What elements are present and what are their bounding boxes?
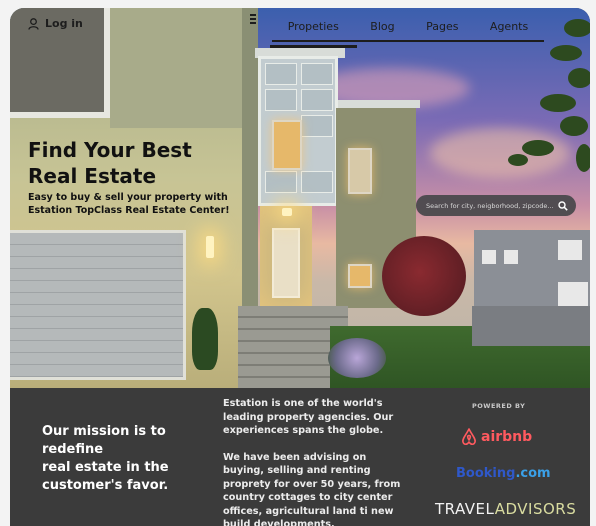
- hero-subtitle-line2: Estation TopClass Real Estate Center!: [28, 205, 230, 216]
- booking-wordmark: Booking: [456, 466, 516, 481]
- shrub: [192, 308, 218, 370]
- powered-by-label: POWERED BY: [472, 402, 526, 410]
- nav-item-agents[interactable]: Agents: [486, 14, 532, 39]
- airbnb-wordmark: airbnb: [481, 429, 533, 445]
- user-icon: [28, 17, 39, 30]
- login-label: Log in: [45, 17, 83, 30]
- mission-line1: Our mission is to redefine: [42, 424, 166, 457]
- porch-light: [282, 208, 292, 216]
- info-section: Our mission is to redefine real estate i…: [10, 388, 590, 526]
- hero-subtitle: Easy to buy & sell your property with Es…: [28, 191, 238, 217]
- booking-logo[interactable]: Booking.com: [456, 466, 551, 481]
- wall-lamp: [206, 236, 214, 258]
- house-upper-wall: [110, 8, 245, 128]
- red-tree: [382, 236, 466, 316]
- advisors-wordmark: ADVISORS: [494, 500, 577, 518]
- airbnb-logo[interactable]: airbnb: [461, 428, 532, 446]
- street: [472, 306, 590, 346]
- nav-item-blog[interactable]: Blog: [366, 14, 398, 39]
- garage-door: [10, 230, 186, 380]
- neighbor-houses: [474, 230, 590, 310]
- lit-window: [348, 264, 372, 288]
- hero-headline-line1: Find Your Best: [28, 138, 192, 162]
- hero-headline-line2: Real Estate: [28, 164, 157, 188]
- about-paragraph-1: Estation is one of the world's leading p…: [223, 398, 394, 436]
- main-nav: Propeties Blog Pages Agents: [269, 12, 544, 48]
- about-text: Estation is one of the world's leading p…: [223, 397, 408, 526]
- front-door: [272, 228, 300, 298]
- page-frame: Log in Propeties Blog Pages Agents Find …: [10, 8, 590, 526]
- login-button[interactable]: Log in: [28, 17, 83, 30]
- window: [348, 148, 372, 194]
- mission-line3: customer's favor.: [42, 478, 169, 493]
- menu-handle-icon[interactable]: [250, 14, 256, 24]
- roof-edge: [332, 100, 420, 108]
- nav-item-pages[interactable]: Pages: [422, 14, 462, 39]
- mission-statement: Our mission is to redefine real estate i…: [42, 423, 222, 495]
- flower-bed: [328, 338, 386, 378]
- nav-item-properties[interactable]: Propeties: [269, 14, 357, 48]
- airbnb-icon: [462, 428, 476, 446]
- search-input[interactable]: [426, 201, 558, 210]
- about-paragraph-2: We have been advising on buying, selling…: [223, 451, 401, 526]
- search-bar: [416, 195, 576, 216]
- travel-wordmark: TRAVEL: [435, 500, 495, 518]
- hero-section: Log in Propeties Blog Pages Agents Find …: [10, 8, 590, 388]
- booking-suffix: .com: [515, 466, 551, 481]
- hero-headline: Find Your Best Real Estate: [28, 137, 218, 189]
- lit-window: [272, 120, 302, 170]
- hero-subtitle-line1: Easy to buy & sell your property with: [28, 192, 228, 203]
- search-icon[interactable]: [558, 200, 568, 211]
- traveladvisors-logo[interactable]: TRAVELADVISORS: [435, 500, 576, 518]
- mission-line2: real estate in the: [42, 460, 169, 475]
